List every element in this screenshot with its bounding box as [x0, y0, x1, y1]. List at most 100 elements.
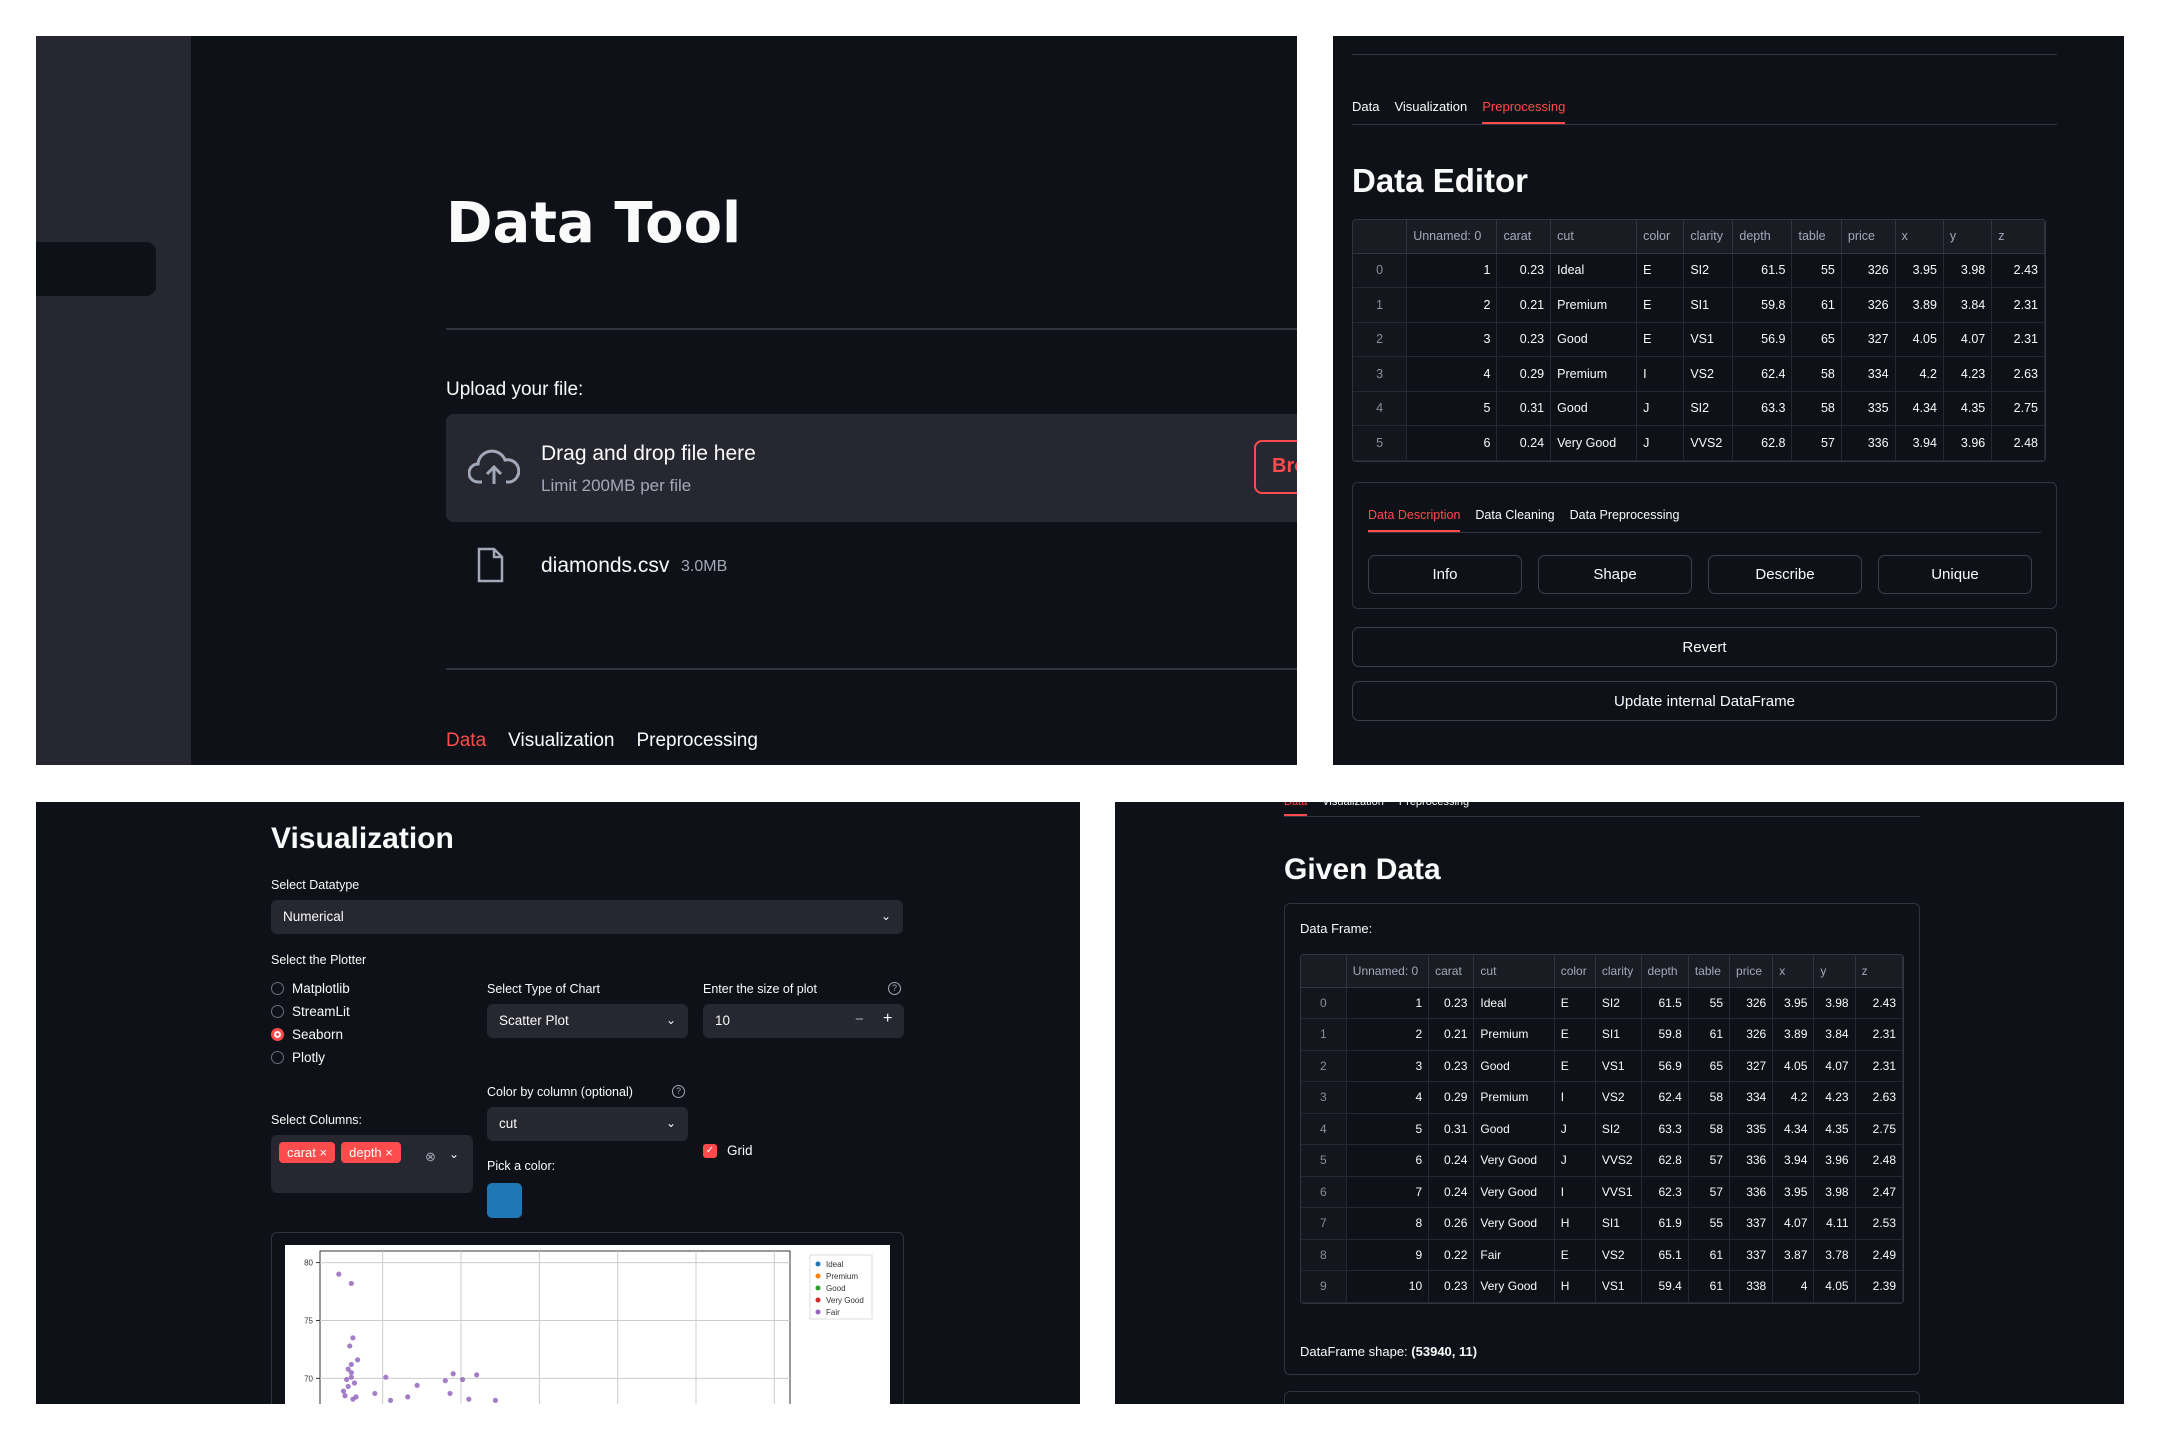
- table-cell[interactable]: 8: [1346, 1207, 1430, 1240]
- table-cell[interactable]: SI2: [1595, 1113, 1642, 1145]
- table-cell[interactable]: 2.63: [1855, 1081, 1903, 1114]
- table-cell[interactable]: 2.75: [1855, 1113, 1903, 1145]
- table-cell[interactable]: 58: [1688, 1081, 1731, 1114]
- info-button[interactable]: Info: [1368, 555, 1522, 594]
- help-icon[interactable]: ?: [672, 1085, 685, 1098]
- row-index[interactable]: 1: [1301, 1018, 1347, 1051]
- table-cell[interactable]: 2.63: [1991, 356, 2045, 392]
- tab-visualization[interactable]: Visualization: [508, 730, 614, 752]
- table-cell[interactable]: 0.29: [1428, 1081, 1475, 1114]
- table-cell[interactable]: 4.23: [1943, 356, 1993, 392]
- table-cell[interactable]: 326: [1841, 253, 1896, 288]
- table-cell[interactable]: SI2: [1595, 987, 1642, 1019]
- table-cell[interactable]: 4.05: [1772, 1050, 1815, 1082]
- table-cell[interactable]: 4.34: [1895, 391, 1944, 426]
- table-cell[interactable]: Good: [1550, 322, 1638, 357]
- table-cell[interactable]: 6: [1346, 1144, 1430, 1177]
- table-cell[interactable]: 0.23: [1428, 1270, 1475, 1303]
- table-cell[interactable]: 3.98: [1943, 253, 1993, 288]
- tab-preprocessing[interactable]: Preprocessing: [1482, 99, 1566, 124]
- column-header[interactable]: carat: [1496, 220, 1552, 254]
- table-cell[interactable]: 65: [1791, 322, 1842, 357]
- column-header[interactable]: table: [1688, 955, 1731, 988]
- table-cell[interactable]: 326: [1841, 287, 1896, 323]
- table-row[interactable]: 3 4 0.29 Premium I VS2 62.4 58 334 4.2 4.23 2.63: [1301, 1081, 1903, 1114]
- tab-data[interactable]: Data: [446, 730, 486, 752]
- table-cell[interactable]: 4.05: [1813, 1270, 1856, 1303]
- table-cell[interactable]: 2.47: [1855, 1176, 1903, 1208]
- table-cell[interactable]: 3.87: [1772, 1239, 1815, 1271]
- table-cell[interactable]: 55: [1688, 987, 1731, 1019]
- row-index[interactable]: 8: [1301, 1239, 1347, 1271]
- table-cell[interactable]: 337: [1729, 1239, 1774, 1271]
- row-index[interactable]: 2: [1301, 1050, 1347, 1082]
- datatype-select[interactable]: Numerical ⌄: [271, 900, 903, 934]
- table-cell[interactable]: 0.23: [1428, 1050, 1475, 1082]
- row-index[interactable]: 0: [1353, 253, 1408, 288]
- describe-button[interactable]: Describe: [1708, 555, 1862, 594]
- table-row[interactable]: 8 9 0.22 Fair E VS2 65.1 61 337 3.87 3.78 2.49: [1301, 1239, 1903, 1271]
- revert-button[interactable]: Revert: [1352, 627, 2057, 667]
- table-cell[interactable]: 3.96: [1813, 1144, 1856, 1177]
- table-cell[interactable]: 4.35: [1813, 1113, 1856, 1145]
- column-header[interactable]: depth: [1732, 220, 1793, 254]
- row-index[interactable]: 1: [1353, 287, 1408, 323]
- table-cell[interactable]: 3.84: [1813, 1018, 1856, 1051]
- help-icon[interactable]: ?: [888, 982, 901, 995]
- table-cell[interactable]: Ideal: [1550, 253, 1638, 288]
- index-header[interactable]: [1301, 955, 1347, 988]
- table-cell[interactable]: 0.23: [1428, 987, 1475, 1019]
- table-row[interactable]: 4 5 0.31 Good J SI2 63.3 58 335 4.34 4.35 2.75: [1353, 391, 2045, 426]
- table-cell[interactable]: E: [1636, 287, 1685, 323]
- subtab-data-cleaning[interactable]: Data Cleaning: [1475, 508, 1554, 532]
- table-cell[interactable]: 4.11: [1813, 1207, 1856, 1240]
- column-header[interactable]: x: [1895, 220, 1944, 254]
- table-cell[interactable]: 1: [1346, 987, 1430, 1019]
- table-cell[interactable]: 59.4: [1641, 1270, 1689, 1303]
- table-cell[interactable]: 0.31: [1428, 1113, 1475, 1145]
- table-cell[interactable]: 0.23: [1496, 253, 1552, 288]
- table-cell[interactable]: VVS2: [1595, 1144, 1642, 1177]
- table-cell[interactable]: H: [1554, 1207, 1596, 1240]
- table-cell[interactable]: 59.8: [1732, 287, 1793, 323]
- row-index[interactable]: 3: [1301, 1081, 1347, 1114]
- table-cell[interactable]: 63.3: [1641, 1113, 1689, 1145]
- table-cell[interactable]: Premium: [1550, 356, 1638, 392]
- row-index[interactable]: 0: [1301, 987, 1347, 1019]
- table-cell[interactable]: 61.9: [1641, 1207, 1689, 1240]
- table-cell[interactable]: 57: [1791, 425, 1842, 461]
- table-cell[interactable]: 3: [1346, 1050, 1430, 1082]
- table-cell[interactable]: 0.21: [1496, 287, 1552, 323]
- table-row[interactable]: 1 2 0.21 Premium E SI1 59.8 61 326 3.89 3.84 2.31: [1353, 287, 2045, 323]
- table-cell[interactable]: 63.3: [1732, 391, 1793, 426]
- table-cell[interactable]: 55: [1688, 1207, 1731, 1240]
- radio-matplotlib[interactable]: Matplotlib: [271, 981, 350, 996]
- column-header[interactable]: color: [1636, 220, 1685, 254]
- table-cell[interactable]: 327: [1729, 1050, 1774, 1082]
- table-cell[interactable]: SI1: [1595, 1018, 1642, 1051]
- table-cell[interactable]: Very Good: [1550, 425, 1638, 461]
- table-cell[interactable]: 4.07: [1772, 1207, 1815, 1240]
- table-cell[interactable]: SI2: [1683, 391, 1734, 426]
- table-cell[interactable]: 4: [1406, 356, 1498, 392]
- grid-checkbox[interactable]: ✓ Grid: [703, 1143, 753, 1158]
- shape-button[interactable]: Shape: [1538, 555, 1692, 594]
- row-index[interactable]: 9: [1301, 1270, 1347, 1303]
- table-cell[interactable]: 4.35: [1943, 391, 1993, 426]
- table-cell[interactable]: 2: [1406, 287, 1498, 323]
- table-cell[interactable]: 335: [1729, 1113, 1774, 1145]
- table-cell[interactable]: 3.95: [1772, 1176, 1815, 1208]
- update-dataframe-button[interactable]: Update internal DataFrame: [1352, 681, 2057, 721]
- table-row[interactable]: 0 1 0.23 Ideal E SI2 61.5 55 326 3.95 3.98 2.43: [1301, 987, 1903, 1019]
- table-cell[interactable]: 5: [1346, 1113, 1430, 1145]
- column-header[interactable]: price: [1729, 955, 1774, 988]
- table-cell[interactable]: 3.95: [1772, 987, 1815, 1019]
- row-index[interactable]: 5: [1353, 425, 1408, 461]
- table-cell[interactable]: E: [1636, 322, 1685, 357]
- radio-streamlit[interactable]: StreamLit: [271, 1004, 350, 1019]
- table-cell[interactable]: J: [1554, 1113, 1596, 1145]
- table-row[interactable]: 5 6 0.24 Very Good J VVS2 62.8 57 336 3.94 3.96 2.4…: [1353, 425, 2045, 461]
- table-cell[interactable]: VVS1: [1595, 1176, 1642, 1208]
- table-cell[interactable]: 2.49: [1855, 1239, 1903, 1271]
- table-cell[interactable]: SI2: [1683, 253, 1734, 288]
